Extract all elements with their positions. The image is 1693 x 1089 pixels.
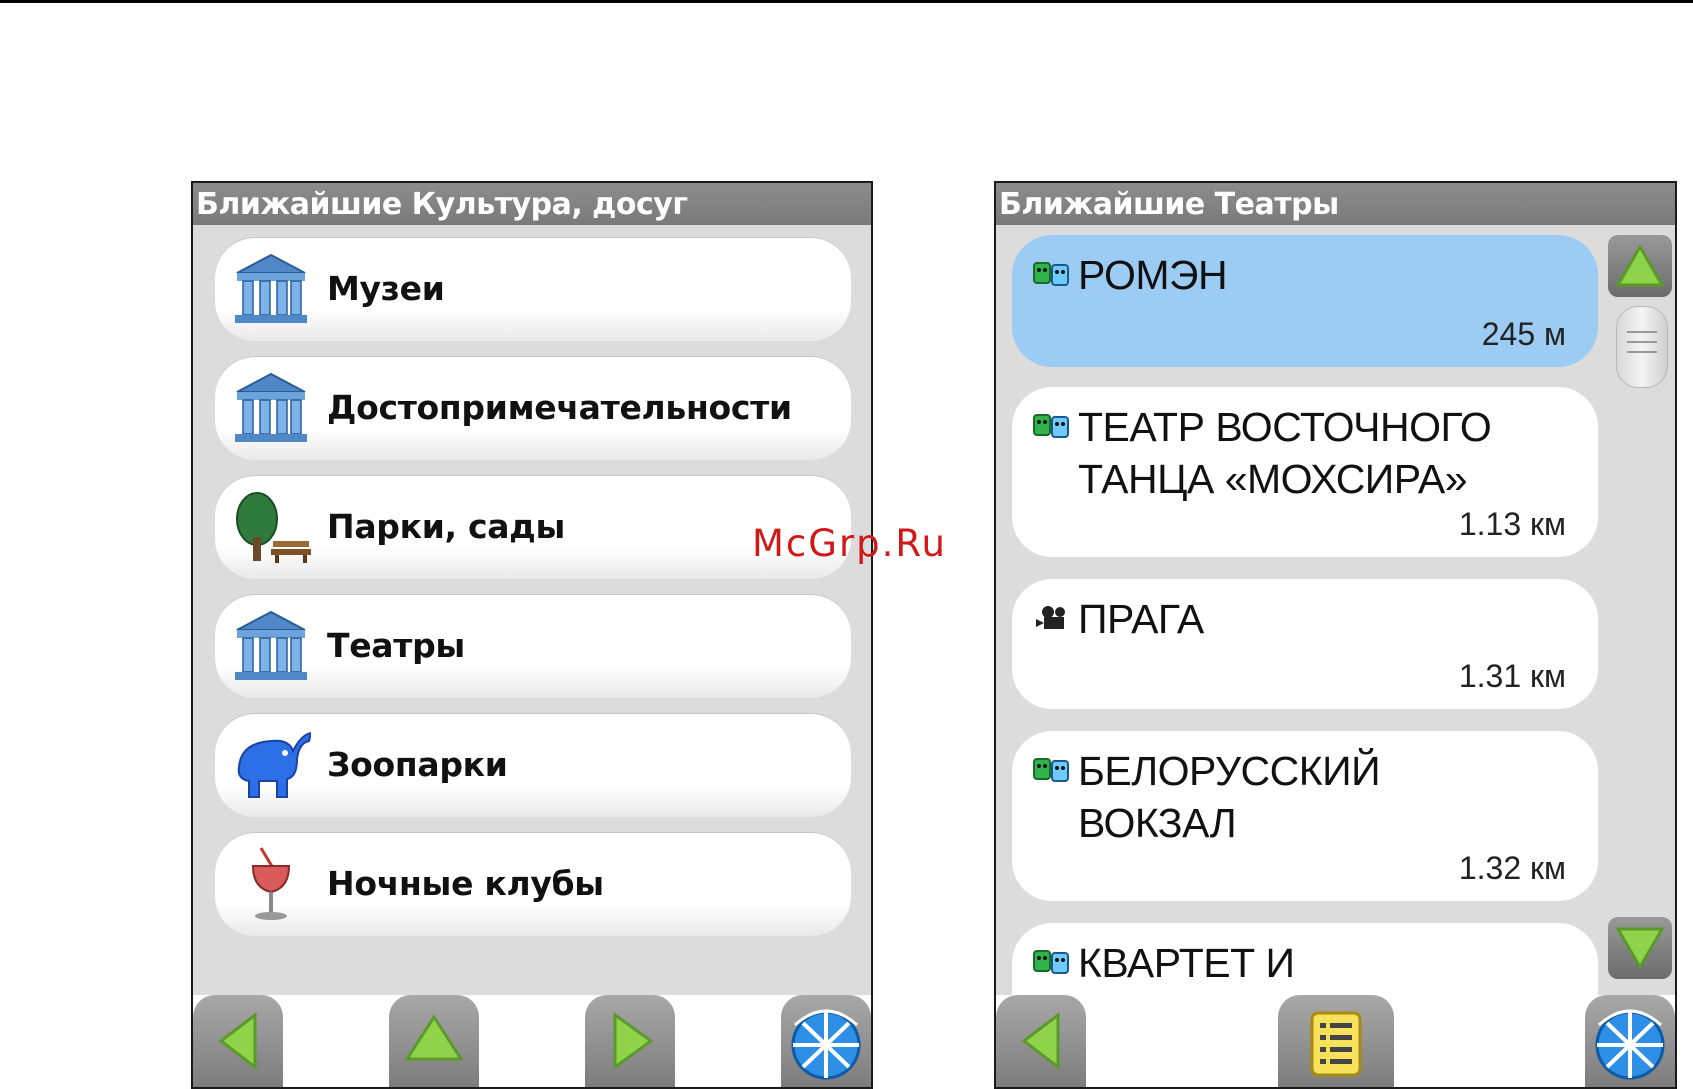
scroll-down-button[interactable] [1608, 917, 1672, 979]
forward-button[interactable] [585, 995, 675, 1087]
category-label: Театры [327, 626, 465, 665]
theatre-name: РОМЭН [1078, 252, 1228, 298]
theatre-list-item[interactable]: РОМЭН 245 м [1012, 235, 1598, 367]
list-button[interactable] [1278, 995, 1394, 1087]
theatre-name: БЕЛОРУССКИЙ ВОКЗАЛ [1078, 748, 1381, 846]
theatre-name: ПРАГА [1078, 596, 1204, 642]
category-label: Парки, сады [327, 507, 566, 546]
category-label: Музеи [327, 269, 445, 308]
category-item[interactable]: Театры [215, 594, 851, 698]
screen-title: Ближайшие Культура, досуг [193, 183, 871, 225]
back-button[interactable] [193, 995, 283, 1087]
cinema-camera-icon [1032, 603, 1072, 633]
bottom-toolbar [996, 995, 1675, 1087]
elephant-icon [231, 727, 313, 803]
theatre-list-item[interactable]: БЕЛОРУССКИЙ ВОКЗАЛ 1.32 км [1012, 731, 1598, 901]
theatres-screen: Ближайшие Театры РОМЭН 245 м ТЕАТР ВОСТОЧН… [994, 181, 1677, 1089]
theatre-name: ТЕАТР ВОСТОЧНОГО ТАНЦА «МОХСИРА» [1078, 404, 1492, 502]
category-item[interactable]: Ночные клубы [215, 832, 851, 936]
up-arrow-icon [404, 1014, 464, 1061]
list-icon [1310, 1011, 1362, 1077]
category-item[interactable]: Музеи [215, 237, 851, 341]
category-item[interactable]: Зоопарки [215, 713, 851, 817]
globe-icon [1595, 1009, 1665, 1080]
top-rule [0, 0, 1693, 3]
back-button[interactable] [996, 995, 1086, 1087]
bottom-toolbar [193, 995, 871, 1087]
distance-label: 1.32 км [1458, 850, 1566, 886]
category-item[interactable]: Достопримечательности [215, 356, 851, 460]
up-button[interactable] [389, 995, 479, 1087]
distance-label: 245 м [1481, 316, 1566, 352]
watermark: McGrp.Ru [752, 522, 947, 565]
museum-icon [231, 370, 311, 446]
forward-arrow-icon [613, 1012, 654, 1070]
museum-icon [231, 608, 311, 684]
culture-leisure-screen: Ближайшие Культура, досуг Музеи Достоприм… [191, 181, 873, 1089]
category-label: Зоопарки [327, 745, 508, 784]
screen-title: Ближайшие Театры [996, 183, 1675, 225]
park-tree-icon [231, 489, 311, 565]
cocktail-glass-icon [231, 846, 311, 922]
back-arrow-icon [218, 1011, 257, 1071]
category-label: Достопримечательности [327, 388, 792, 427]
scroll-down-icon [1615, 927, 1665, 970]
theatre-masks-icon [1032, 755, 1072, 785]
distance-label: 1.13 км [1458, 506, 1566, 542]
map-button[interactable] [781, 995, 871, 1087]
theatre-masks-icon [1032, 259, 1072, 289]
map-button[interactable] [1585, 995, 1675, 1087]
theatre-masks-icon [1032, 947, 1072, 977]
globe-icon [791, 1009, 861, 1080]
museum-icon [231, 251, 311, 327]
theatre-list-item[interactable]: ПРАГА 1.31 км [1012, 579, 1598, 709]
theatre-masks-icon [1032, 411, 1072, 441]
theatre-name: КВАРТЕТ И [1078, 940, 1295, 986]
scroll-up-button[interactable] [1608, 235, 1672, 297]
distance-label: 1.31 км [1458, 658, 1566, 694]
scroll-up-icon [1615, 244, 1665, 287]
category-label: Ночные клубы [327, 864, 604, 903]
scroll-thumb[interactable] [1616, 306, 1668, 388]
back-arrow-icon [1021, 1011, 1060, 1071]
theatre-list-item[interactable]: ТЕАТР ВОСТОЧНОГО ТАНЦА «МОХСИРА» 1.13 км [1012, 387, 1598, 557]
